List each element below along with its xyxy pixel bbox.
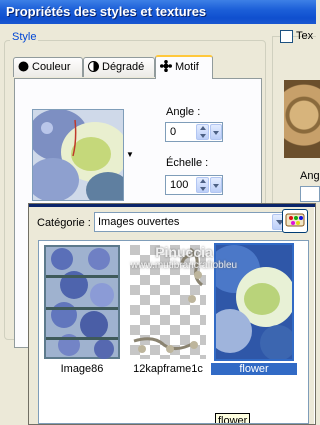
texture-checkbox[interactable] — [280, 30, 293, 43]
scale-spinner[interactable]: 100 — [165, 175, 223, 195]
angle-dropdown-button[interactable] — [210, 124, 222, 140]
texture-preview[interactable] — [284, 80, 320, 158]
thumbnail-flower[interactable] — [214, 243, 294, 361]
tab-couleur[interactable]: Couleur — [13, 57, 83, 77]
scale-value[interactable]: 100 — [170, 179, 188, 191]
scale-label: Échelle : — [166, 157, 209, 169]
thumbnail-12kapframe1c[interactable] — [130, 245, 206, 359]
scale-spin-buttons[interactable] — [196, 177, 209, 193]
frame-preview — [130, 245, 206, 359]
scale-dropdown-button[interactable] — [210, 177, 222, 193]
pattern-preview-image — [33, 110, 123, 200]
angle-spinner[interactable]: 0 — [165, 122, 223, 142]
angle-spin-buttons[interactable] — [196, 124, 209, 140]
palette-icon — [285, 213, 305, 227]
gradient-icon — [88, 61, 99, 75]
thumbnail-image86[interactable] — [44, 245, 120, 359]
texture-checkbox-label: Tex — [296, 30, 314, 42]
window-title: Propriétés des styles et textures — [0, 0, 316, 24]
image86-preview — [44, 245, 120, 359]
style-group-label: Style — [10, 31, 39, 43]
pattern-preview[interactable] — [32, 109, 124, 201]
texture-angle-label: Ang — [300, 170, 320, 182]
category-label: Catégorie : — [37, 217, 91, 229]
solid-color-icon — [18, 61, 29, 75]
thumbnail-label-flower: flower — [211, 363, 297, 375]
pattern-icon — [160, 60, 172, 75]
tab-couleur-label: Couleur — [32, 61, 71, 73]
texture-angle-field[interactable] — [300, 186, 320, 202]
category-select[interactable]: Images ouvertes — [94, 212, 290, 232]
category-value: Images ouvertes — [98, 216, 180, 228]
popup-top-strip — [29, 204, 315, 207]
pattern-dropdown-arrow[interactable]: ▼ — [126, 150, 134, 159]
flower-preview — [216, 245, 292, 359]
pattern-picker-popup: Catégorie : Images ouvertes Image86 12ka… — [28, 203, 316, 425]
angle-label: Angle : — [166, 106, 201, 118]
thumbnail-label-image86: Image86 — [60, 363, 104, 375]
tab-degrade-label: Dégradé — [102, 61, 145, 73]
tab-degrade[interactable]: Dégradé — [83, 57, 155, 77]
tooltip: flower — [215, 413, 251, 423]
thumbnail-list: Image86 12kapframe1c flower flower Pinuc… — [38, 240, 309, 424]
tab-motif[interactable]: Motif — [155, 55, 213, 79]
thumbnail-label-12kapframe1c: 12kapframe1c — [133, 363, 203, 375]
palette-button[interactable] — [282, 209, 308, 233]
tab-motif-label: Motif — [175, 61, 199, 73]
angle-value[interactable]: 0 — [170, 126, 176, 138]
